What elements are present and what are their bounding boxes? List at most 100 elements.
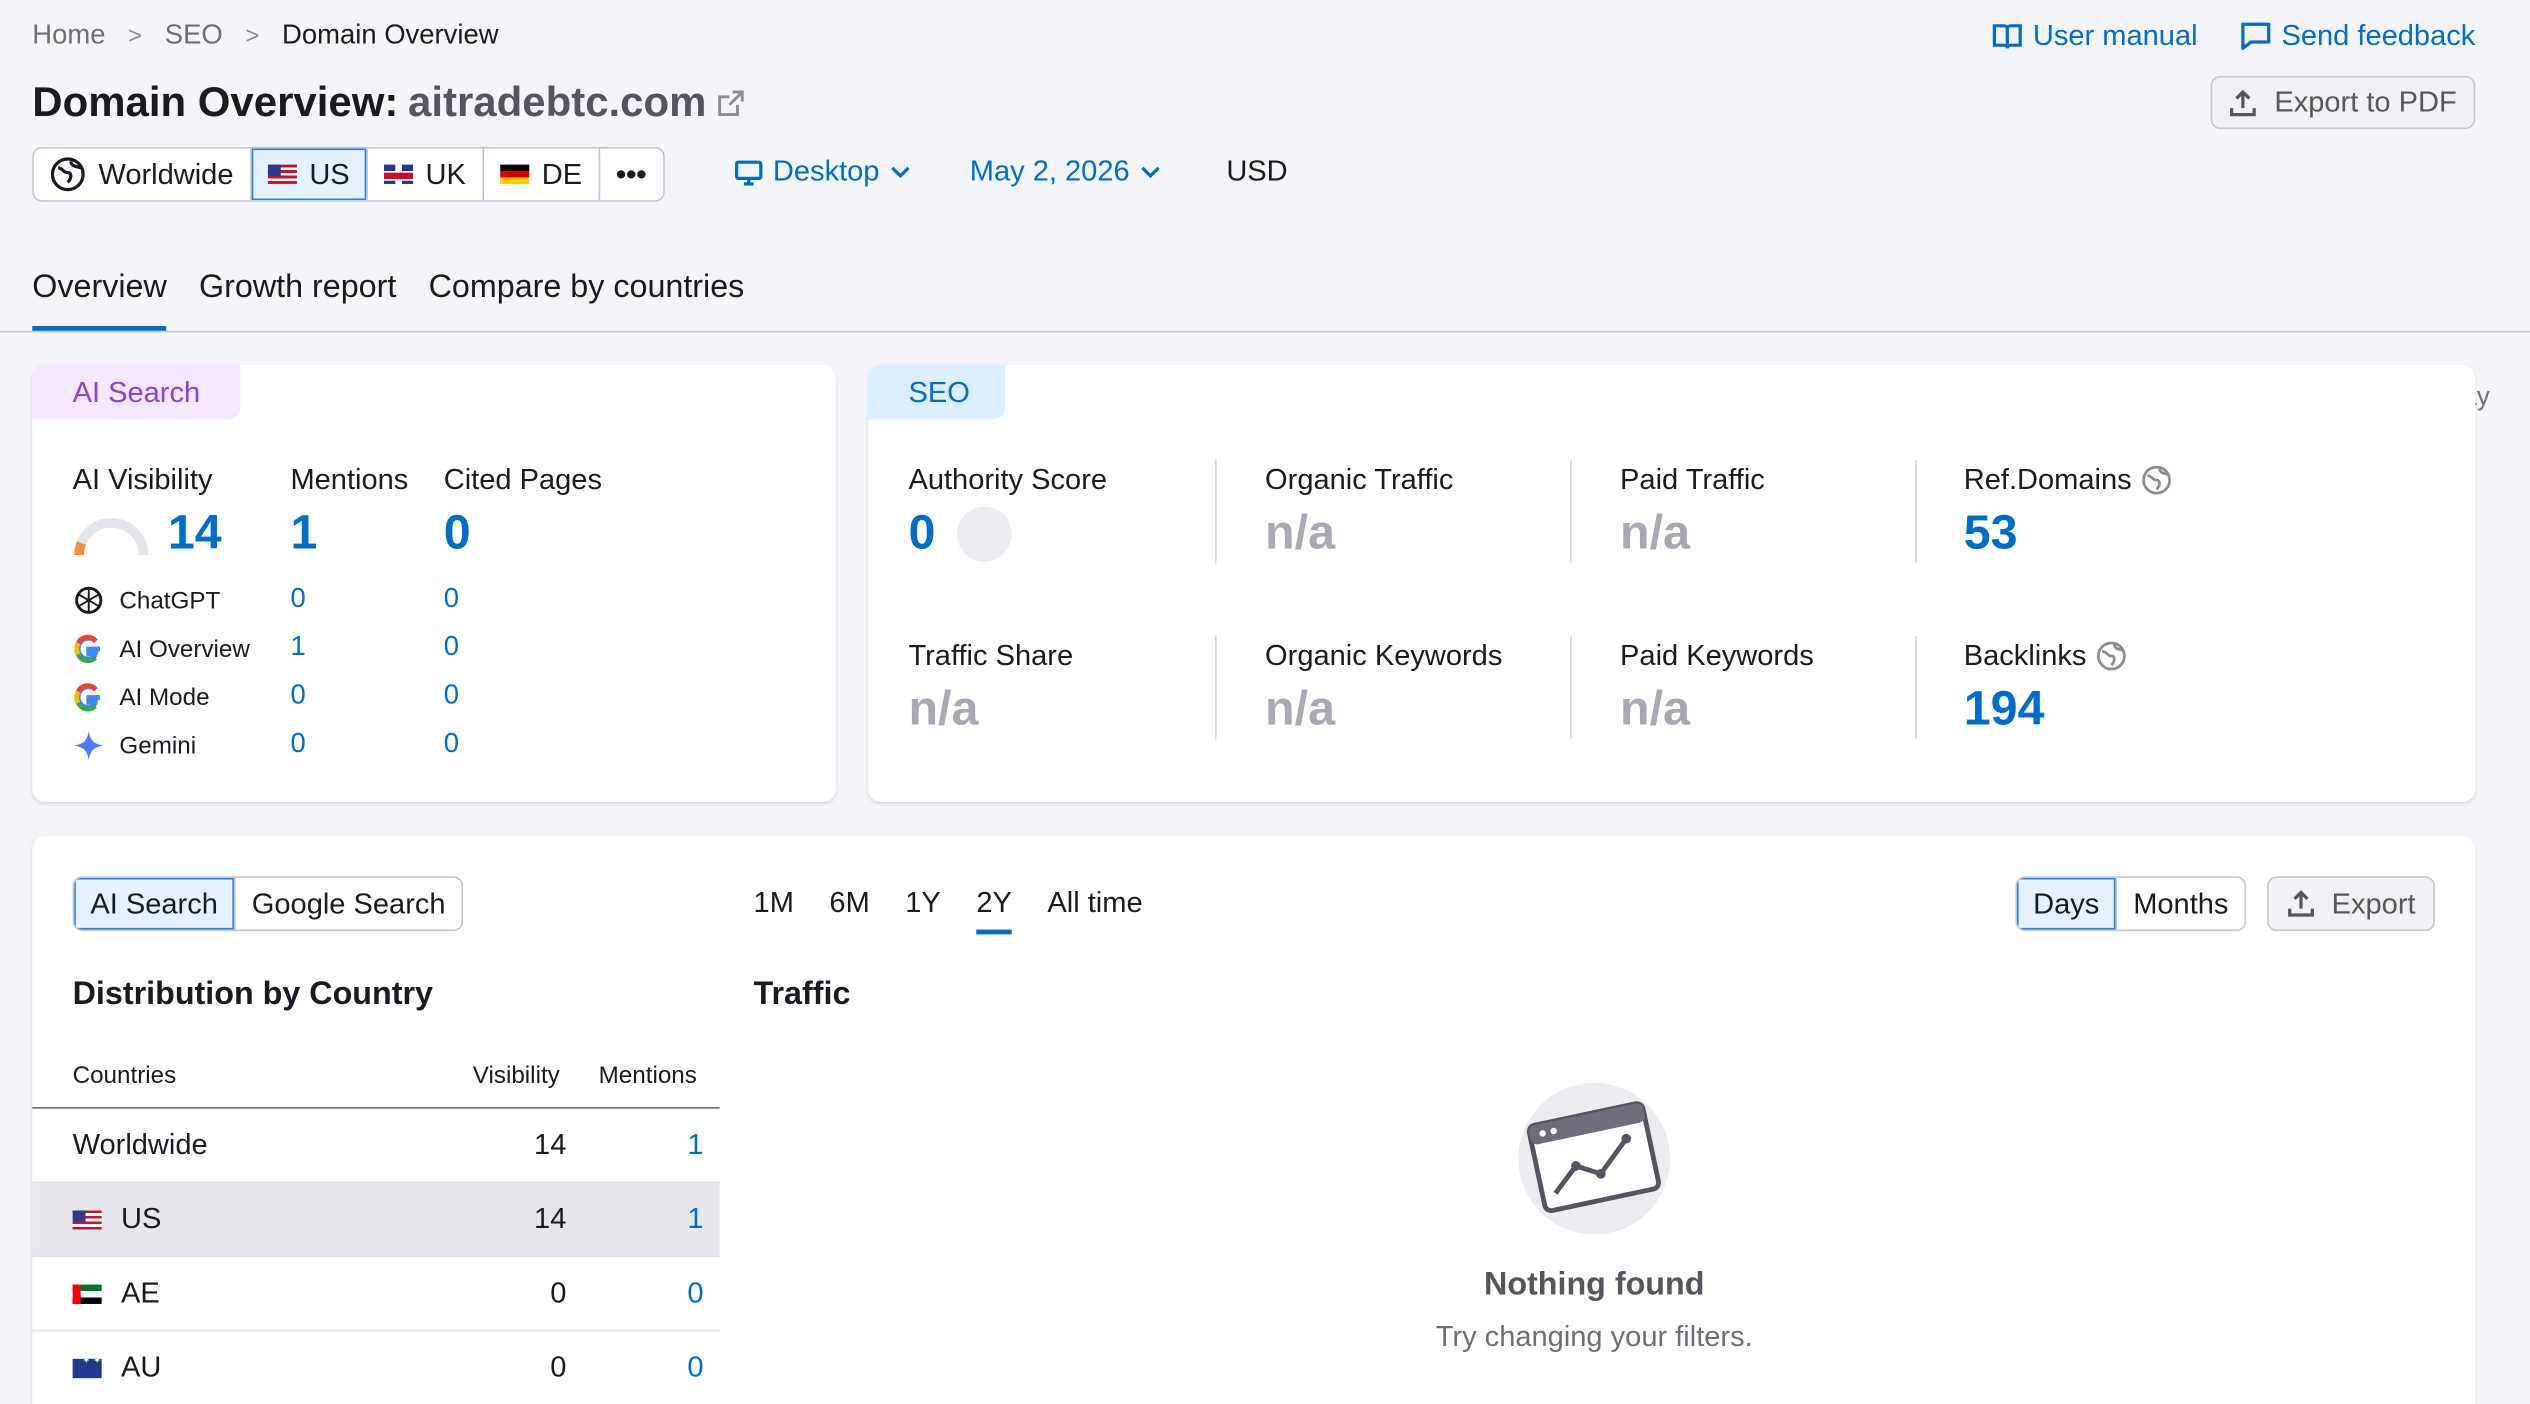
ai-overview-cited[interactable]: 0 [444, 631, 459, 663]
gemini-cited[interactable]: 0 [444, 728, 459, 760]
device-label: Desktop [772, 154, 880, 188]
ai-mode-cited[interactable]: 0 [444, 679, 459, 711]
engine-name: AI Overview [119, 635, 250, 663]
tab-overview[interactable]: Overview [32, 270, 167, 331]
database-us-label: US [309, 157, 350, 190]
book-icon [1992, 23, 2022, 48]
export-to-pdf-button[interactable]: Export to PDF [2210, 75, 2476, 130]
engine-name: AI Mode [119, 683, 210, 711]
tab-compare-by-countries[interactable]: Compare by countries [429, 270, 745, 331]
breadcrumb-seo[interactable]: SEO [165, 19, 223, 51]
country-name: Worldwide [72, 1128, 208, 1161]
date-selector[interactable]: May 2, 2026 [970, 155, 1162, 189]
more-icon: ••• [615, 157, 647, 190]
country-visibility: 0 [550, 1350, 567, 1384]
authority-score-indicator [956, 506, 1012, 562]
database-de-label: DE [541, 157, 583, 190]
period-all-time[interactable]: All time [1047, 886, 1142, 934]
globe-icon [50, 157, 85, 192]
empty-state-title: Nothing found [1484, 1266, 1705, 1303]
metric-divider [1915, 635, 1917, 740]
backlinks-label-text: Backlinks [1963, 639, 2087, 672]
granularity-toggle: Days Months [2015, 876, 2247, 932]
gemini-icon [74, 731, 104, 761]
ai-search-tag: AI Search [32, 364, 241, 420]
country-visibility: 14 [534, 1128, 567, 1161]
chevron-down-icon [891, 165, 910, 178]
period-6m[interactable]: 6M [829, 886, 869, 934]
database-us[interactable]: US [251, 148, 368, 201]
empty-state-subtitle: Try changing your filters. [1435, 1320, 1753, 1353]
granularity-months[interactable]: Months [2117, 878, 2245, 930]
column-visibility: Visibility [472, 1061, 560, 1090]
table-row[interactable]: Worldwide 14 1 [32, 1109, 720, 1183]
export-button[interactable]: Export [2267, 876, 2435, 932]
organic-traffic-label-text: Organic Traffic [1265, 463, 1454, 496]
ref-domains-value[interactable]: 53 [1964, 507, 2018, 562]
table-row[interactable]: US 14 1 [32, 1182, 720, 1258]
chevron-down-icon [1141, 165, 1160, 178]
more-databases-button[interactable]: ••• [600, 148, 663, 200]
us-flag-icon [267, 164, 297, 184]
traffic-share-label-text: Traffic Share [908, 639, 1074, 672]
granularity-days[interactable]: Days [2017, 877, 2118, 930]
engine-row-chatgpt: ChatGPT [73, 584, 220, 616]
authority-score-label: Authority Score [908, 463, 1107, 497]
globe-icon [2142, 465, 2172, 495]
ref-domains-label-text: Ref.Domains [1963, 463, 2132, 496]
source-google-search[interactable]: Google Search [236, 878, 462, 930]
engine-name: Gemini [119, 731, 197, 760]
mentions-value[interactable]: 1 [290, 507, 317, 562]
database-uk[interactable]: UK [367, 148, 484, 201]
country-visibility: 14 [534, 1202, 567, 1235]
organic-keywords-label: Organic Keywords [1265, 639, 1502, 673]
organic-traffic-value: n/a [1265, 506, 1336, 560]
metric-divider [1215, 635, 1217, 740]
column-mentions: Mentions [598, 1061, 697, 1090]
ai-visibility-header: AI Visibility [72, 463, 213, 496]
us-flag-icon [72, 1209, 102, 1229]
backlinks-value[interactable]: 194 [1964, 683, 2045, 738]
paid-traffic-label-text: Paid Traffic [1620, 463, 1765, 496]
database-de[interactable]: DE [484, 148, 600, 201]
country-mentions[interactable]: 1 [687, 1202, 703, 1236]
external-link-icon[interactable] [716, 88, 745, 117]
period-1y[interactable]: 1Y [905, 886, 941, 934]
chatgpt-cited[interactable]: 0 [444, 583, 459, 615]
comment-icon [2241, 22, 2271, 51]
empty-chart-icon [1518, 1082, 1671, 1235]
cited-pages-value[interactable]: 0 [444, 507, 471, 562]
source-toggle: AI Search Google Search [72, 876, 464, 932]
ai-visibility-value[interactable]: 14 [168, 507, 222, 562]
tab-growth-report[interactable]: Growth report [199, 270, 396, 331]
paid-traffic-label: Paid Traffic [1620, 463, 1765, 497]
gemini-mentions[interactable]: 0 [290, 728, 305, 760]
send-feedback-link[interactable]: Send feedback [2240, 19, 2475, 53]
database-worldwide[interactable]: Worldwide [34, 148, 252, 201]
au-flag-icon [72, 1358, 102, 1378]
visibility-gauge-icon [74, 518, 149, 556]
ai-overview-mentions[interactable]: 1 [290, 631, 305, 663]
backlinks-label: Backlinks [1964, 639, 2127, 673]
period-2y[interactable]: 2Y [976, 886, 1012, 935]
source-ai-search[interactable]: AI Search [74, 877, 236, 930]
device-selector[interactable]: Desktop [734, 155, 912, 189]
chatgpt-mentions[interactable]: 0 [290, 583, 305, 615]
breadcrumb-current: Domain Overview [282, 19, 499, 51]
database-worldwide-label: Worldwide [98, 157, 234, 190]
metric-divider [1915, 459, 1917, 564]
de-flag-icon [499, 164, 529, 184]
breadcrumb-home[interactable]: Home [32, 19, 105, 51]
period-1m[interactable]: 1M [754, 886, 794, 934]
traffic-share-label: Traffic Share [908, 639, 1073, 673]
google-icon [74, 683, 101, 712]
engine-row-ai-overview: AI Overview [73, 633, 250, 665]
authority-score-value[interactable]: 0 [908, 507, 935, 562]
chatgpt-icon [75, 586, 103, 614]
user-manual-link[interactable]: User manual [1991, 19, 2198, 53]
ai-mode-mentions[interactable]: 0 [290, 679, 305, 711]
country-mentions[interactable]: 0 [687, 1351, 703, 1385]
user-manual-label: User manual [2032, 19, 2198, 52]
country-mentions[interactable]: 1 [687, 1128, 703, 1162]
chevron-right-icon: > [245, 21, 260, 50]
